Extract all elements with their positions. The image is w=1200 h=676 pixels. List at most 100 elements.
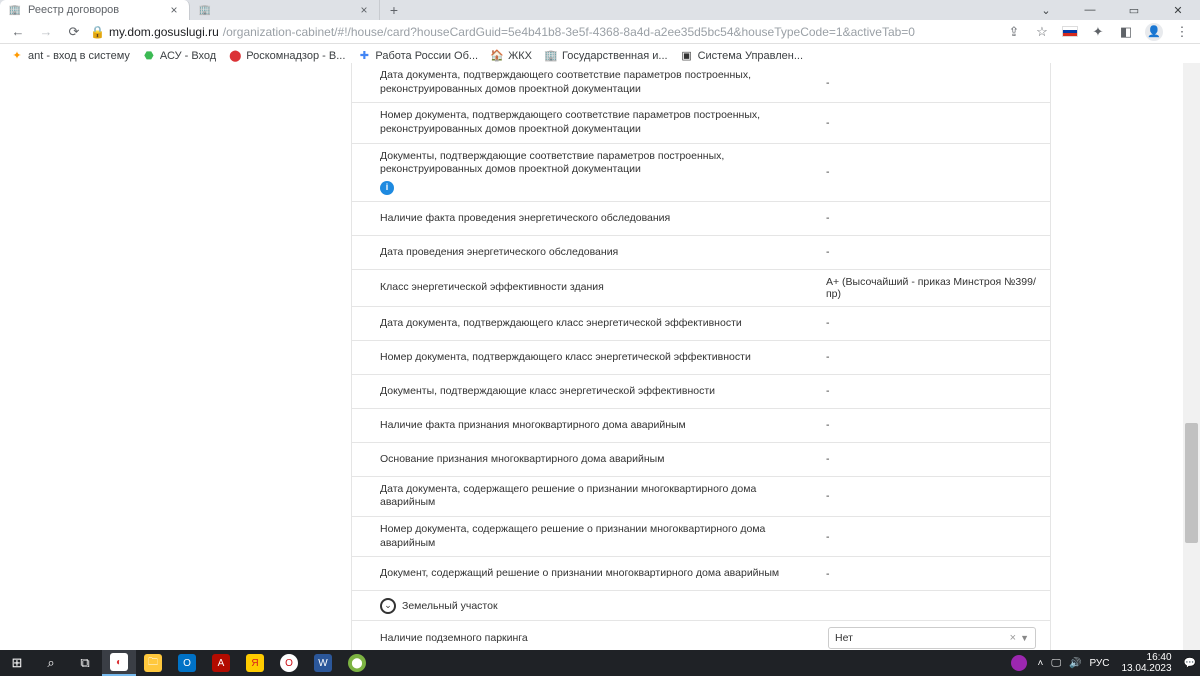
field-value: - — [816, 517, 1050, 556]
extensions-icon[interactable]: ✦ — [1086, 20, 1110, 44]
url-field[interactable]: 🔒 my.dom.gosuslugi.ru/organization-cabin… — [90, 25, 998, 39]
field-label: Наличие факта признания многоквартирного… — [352, 409, 816, 442]
table-row: Основание признания многоквартирного дом… — [352, 443, 1050, 477]
field-label: Дата документа, содержащего решение о пр… — [352, 477, 816, 516]
favicon-icon: 🏢 — [198, 3, 212, 17]
field-label: Основание признания многоквартирного дом… — [352, 443, 816, 476]
flag-icon[interactable] — [1058, 20, 1082, 44]
field-value: - — [816, 307, 1050, 340]
taskbar-app-outlook[interactable]: O — [170, 650, 204, 676]
field-value: A+ (Высочайший - приказ Минстроя №399/пр… — [816, 270, 1050, 306]
field-value: - — [816, 409, 1050, 442]
parking-select[interactable]: Нет × ▼ — [828, 627, 1036, 649]
table-row: Дата документа, содержащего решение о пр… — [352, 477, 1050, 517]
chevron-down-icon: ▼ — [1020, 633, 1029, 643]
bookmark-item[interactable]: ✚Работа России Об... — [353, 49, 482, 63]
url-path: /organization-cabinet/#!/house/card?hous… — [223, 25, 915, 39]
table-row: Дата документа, подтверждающего класс эн… — [352, 307, 1050, 341]
section-land[interactable]: ⌄ Земельный участок — [352, 591, 1050, 621]
taskbar-app-yandex[interactable]: Я — [238, 650, 272, 676]
close-icon[interactable]: × — [357, 3, 371, 17]
menu-icon[interactable]: ⋮ — [1170, 20, 1194, 44]
maximize-button[interactable]: ▭ — [1112, 0, 1156, 20]
volume-icon[interactable]: 🔊 — [1069, 658, 1081, 669]
scrollbar-thumb[interactable] — [1185, 423, 1198, 543]
field-value: - — [816, 557, 1050, 590]
field-label: Наличие факта проведения энергетического… — [352, 202, 816, 235]
clock-time: 16:40 — [1147, 652, 1172, 663]
bookmark-item[interactable]: ▣Система Управлен... — [676, 49, 807, 63]
tab-title: Реестр договоров — [28, 4, 161, 16]
table-row: Документ, содержащий решение о признании… — [352, 557, 1050, 591]
chevron-down-icon[interactable]: ⌄ — [1024, 0, 1068, 20]
field-label: Наличие подземного паркинга — [352, 621, 816, 650]
browser-tab-1[interactable]: 🏢 × — [190, 0, 380, 20]
field-value: - — [816, 63, 1050, 102]
star-icon[interactable]: ☆ — [1030, 20, 1054, 44]
search-button[interactable]: ⌕ — [34, 650, 68, 676]
browser-tab-0[interactable]: 🏢 Реестр договоров × — [0, 0, 190, 20]
scrollbar[interactable] — [1183, 63, 1200, 650]
bookmark-item[interactable]: ⬤Роскомнадзор - В... — [224, 49, 349, 63]
field-label: Дата документа, подтверждающего класс эн… — [352, 307, 816, 340]
taskbar-app-chrome[interactable]: ◐ — [102, 650, 136, 676]
new-tab-button[interactable]: + — [380, 0, 408, 20]
bookmark-item[interactable]: 🏢Государственная и... — [540, 49, 672, 63]
close-button[interactable]: ✕ — [1156, 0, 1200, 20]
back-button[interactable]: ← — [6, 20, 30, 44]
favicon-icon: 🏢 — [8, 3, 22, 17]
task-view-button[interactable]: ⧉ — [68, 650, 102, 676]
language-indicator[interactable]: РУС — [1089, 658, 1109, 669]
table-row: Наличие факта проведения энергетического… — [352, 202, 1050, 236]
field-value: - — [816, 103, 1050, 142]
field-value: - — [816, 144, 1050, 201]
start-button[interactable]: ⊞ — [0, 650, 34, 676]
field-value: - — [816, 443, 1050, 476]
tray-chevron-icon[interactable]: ˄ — [1038, 658, 1044, 669]
minimize-button[interactable]: — — [1068, 0, 1112, 20]
profile-avatar[interactable]: 👤 — [1142, 20, 1166, 44]
bookmark-icon: ✚ — [357, 49, 371, 63]
house-card: Дата документа, подтверждающего соответс… — [351, 63, 1051, 650]
taskbar-app-explorer[interactable]: 🗀 — [136, 650, 170, 676]
taskbar-app-green[interactable]: ⬤ — [340, 650, 374, 676]
table-row: Документы, подтверждающие класс энергети… — [352, 375, 1050, 409]
table-row: Номер документа, подтверждающего соответ… — [352, 103, 1050, 143]
close-icon[interactable]: × — [167, 3, 181, 17]
bookmark-icon: ▣ — [680, 49, 694, 63]
table-row: Документы, подтверждающие соответствие п… — [352, 144, 1050, 202]
info-icon[interactable]: i — [380, 181, 394, 195]
clear-icon[interactable]: × — [1006, 632, 1020, 644]
bookmark-icon: 🏢 — [544, 49, 558, 63]
url-host: my.dom.gosuslugi.ru — [109, 25, 219, 39]
taskbar-app-word[interactable]: W — [306, 650, 340, 676]
share-icon[interactable]: ⇪ — [1002, 20, 1026, 44]
reload-button[interactable]: ⟳ — [62, 20, 86, 44]
table-row: Номер документа, содержащего решение о п… — [352, 517, 1050, 557]
taskbar: ⊞ ⌕ ⧉ ◐ 🗀 O A Я O W ⬤ ˄ 🖵 🔊 РУС 16:40 13… — [0, 650, 1200, 676]
field-label: Документ, содержащий решение о признании… — [352, 557, 816, 590]
forward-button[interactable]: → — [34, 20, 58, 44]
bookmark-item[interactable]: ✦ant - вход в систему — [6, 49, 134, 63]
bookmark-item[interactable]: 🏠ЖКХ — [486, 49, 536, 63]
field-value: - — [816, 477, 1050, 516]
taskbar-app-acrobat[interactable]: A — [204, 650, 238, 676]
field-label: Дата документа, подтверждающего соответс… — [352, 63, 816, 102]
display-icon[interactable]: 🖵 — [1051, 658, 1061, 669]
tray-icon[interactable] — [1008, 650, 1030, 676]
clock[interactable]: 16:40 13.04.2023 — [1117, 652, 1175, 674]
select-value: Нет — [835, 632, 1006, 644]
notifications-icon[interactable]: 💬 — [1184, 658, 1196, 669]
field-label: Номер документа, подтверждающего соответ… — [352, 103, 816, 142]
row-underground-parking: Наличие подземного паркинга Нет × ▼ — [352, 621, 1050, 650]
field-label: Номер документа, подтверждающего класс э… — [352, 341, 816, 374]
clock-date: 13.04.2023 — [1121, 663, 1171, 674]
table-row: Наличие факта признания многоквартирного… — [352, 409, 1050, 443]
taskbar-app-opera[interactable]: O — [272, 650, 306, 676]
address-bar: ← → ⟳ 🔒 my.dom.gosuslugi.ru/organization… — [0, 20, 1200, 44]
bookmark-item[interactable]: ⬣АСУ - Вход — [138, 49, 220, 63]
section-title: Земельный участок — [402, 600, 498, 612]
table-row: Дата проведения энергетического обследов… — [352, 236, 1050, 270]
window-controls: ⌄ — ▭ ✕ — [1024, 0, 1200, 20]
side-panel-icon[interactable]: ◧ — [1114, 20, 1138, 44]
